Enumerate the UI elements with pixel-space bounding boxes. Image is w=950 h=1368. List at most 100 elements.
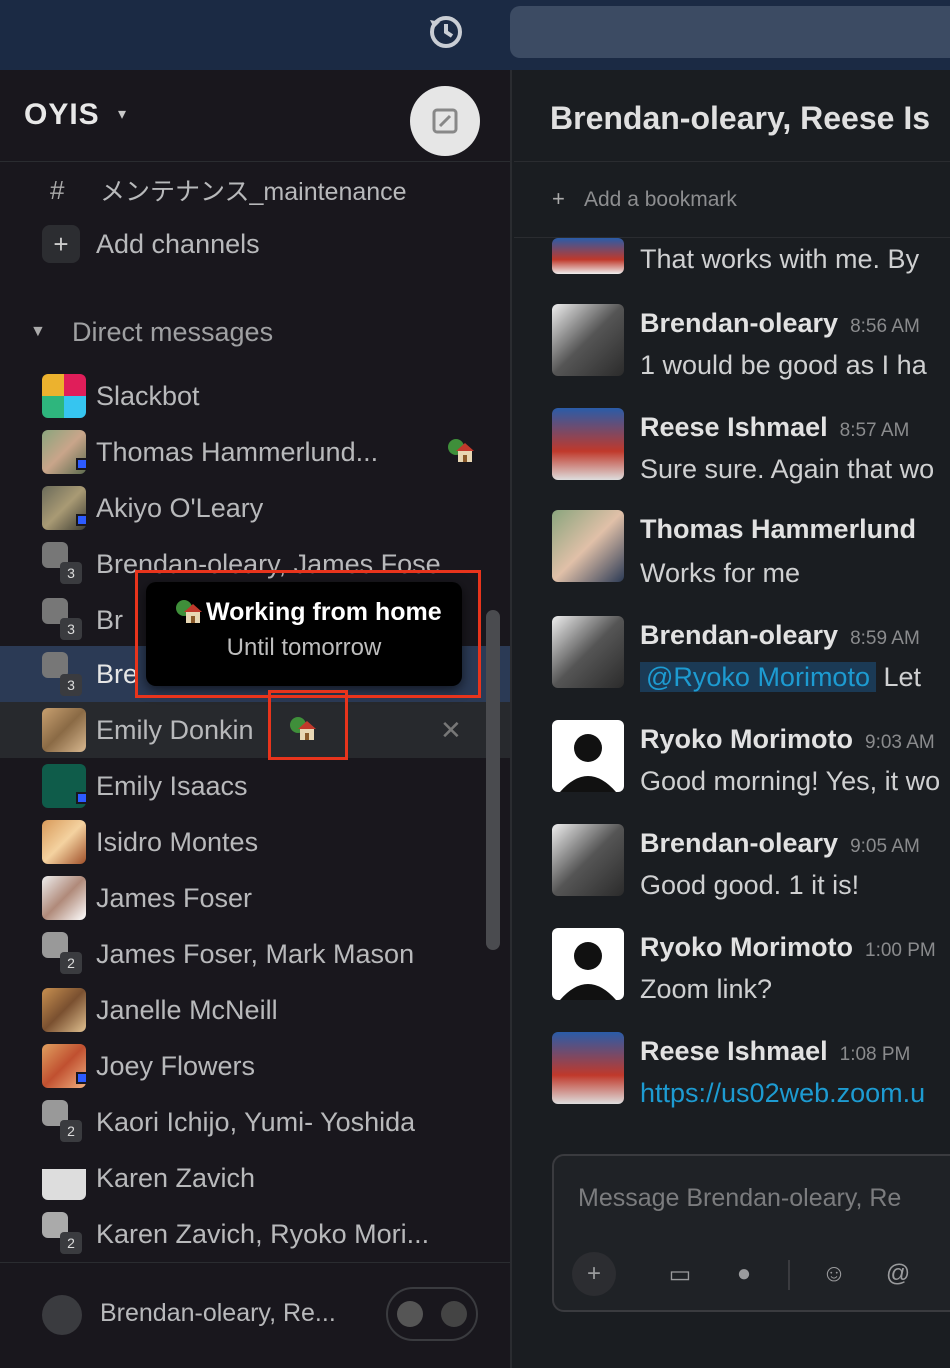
timestamp[interactable]: 8:59 AM: [850, 628, 920, 649]
timestamp[interactable]: 9:03 AM: [865, 732, 935, 753]
presence-indicator: [76, 1072, 88, 1084]
compose-icon: [432, 108, 458, 134]
dm-item[interactable]: 2 James Foser, Mark Mason: [0, 926, 510, 982]
message-body: Good good. 1 it is!: [640, 870, 860, 900]
headphones-toggle-icon[interactable]: [441, 1301, 467, 1327]
mic-icon[interactable]: ●: [722, 1252, 766, 1296]
author-name[interactable]: Reese Ishmael: [640, 1036, 828, 1066]
message: Brendan-oleary 8:56 AM 1 would be good as…: [514, 304, 950, 384]
dm-item[interactable]: Slackbot: [0, 368, 510, 424]
channel-name: メンテナンス_maintenance: [100, 178, 407, 206]
timestamp[interactable]: 8:57 AM: [840, 420, 910, 441]
huddle-bar: Brendan-oleary, Re...: [0, 1262, 510, 1368]
channel-title[interactable]: Brendan-oleary, Reese Is: [550, 100, 930, 137]
dm-item[interactable]: Emily Isaacs: [0, 758, 510, 814]
emoji-icon[interactable]: ☺: [812, 1252, 856, 1296]
timestamp[interactable]: 1:00 PM: [865, 940, 936, 961]
user-mention[interactable]: @Ryoko Morimoto: [640, 662, 876, 692]
dm-item[interactable]: Janelle McNeill: [0, 982, 510, 1038]
message: Ryoko Morimoto 1:00 PM Zoom link?: [514, 928, 950, 1008]
caret-down-icon: ▼: [30, 323, 46, 340]
huddle-toggle[interactable]: [386, 1287, 478, 1341]
highlight-box-status-icon: [268, 690, 348, 760]
mention-icon[interactable]: @: [876, 1252, 920, 1296]
dm-name: Isidro Montes: [96, 826, 259, 857]
presence-indicator: [76, 792, 88, 804]
message: Brendan-oleary 9:05 AM Good good. 1 it is…: [514, 824, 950, 904]
dm-item[interactable]: Isidro Montes: [0, 814, 510, 870]
dm-name: Karen Zavich, Ryoko Mori...: [96, 1218, 430, 1249]
dm-item[interactable]: Joey Flowers: [0, 1038, 510, 1094]
author-name[interactable]: Brendan-oleary: [640, 828, 838, 858]
sidebar-item-channel[interactable]: # メンテナンス_maintenance: [0, 162, 510, 218]
workspace-name[interactable]: OYIS: [24, 98, 100, 132]
message-link[interactable]: https://us02web.zoom.u: [640, 1078, 925, 1109]
slackbot-avatar: [42, 374, 86, 418]
dm-item[interactable]: 2 Kaori Ichijo, Yumi- Yoshida: [0, 1094, 510, 1150]
avatar: [42, 876, 86, 920]
timestamp[interactable]: 1:08 PM: [840, 1044, 911, 1065]
dm-item[interactable]: Karen Zavich: [0, 1150, 510, 1206]
dm-name: Kaori Ichijo, Yumi- Yoshida: [96, 1106, 416, 1137]
dm-item[interactable]: James Foser: [0, 870, 510, 926]
history-icon[interactable]: [424, 12, 468, 52]
chevron-down-icon[interactable]: ▾: [118, 104, 126, 124]
close-icon[interactable]: ✕: [440, 715, 462, 746]
headphones-icon: [42, 1295, 82, 1335]
sidebar-scrollbar[interactable]: [486, 610, 500, 950]
add-bookmark-button[interactable]: Add a bookmark: [584, 188, 737, 212]
workspace-header: OYIS ▾: [0, 70, 510, 162]
dm-name: Karen Zavich: [96, 1162, 256, 1193]
dm-section-label: Direct messages: [72, 316, 274, 347]
member-count-badge: 2: [60, 1232, 82, 1254]
huddle-label[interactable]: Brendan-oleary, Re...: [100, 1299, 336, 1328]
author-name[interactable]: Thomas Hammerlund: [640, 514, 916, 544]
compose-button[interactable]: [410, 86, 480, 156]
dm-name: James Foser, Mark Mason: [96, 938, 415, 969]
author-name[interactable]: Reese Ishmael: [640, 412, 828, 442]
message: Ryoko Morimoto 9:03 AM Good morning! Yes,…: [514, 720, 950, 800]
avatar: [552, 304, 624, 376]
member-count-badge: 3: [60, 618, 82, 640]
message-body: Sure sure. Again that wo: [640, 454, 935, 484]
add-channels-button[interactable]: + Add channels: [0, 216, 510, 272]
message: Brendan-oleary 8:59 AM @Ryoko Morimoto Le…: [514, 616, 950, 696]
dm-item-hover[interactable]: Emily Donkin ✕: [0, 702, 510, 758]
dm-item[interactable]: Thomas Hammerlund...: [0, 424, 510, 480]
message-body: Zoom link?: [640, 974, 773, 1004]
avatar: [42, 1156, 86, 1200]
dm-name: Slackbot: [96, 380, 200, 411]
dm-name: Thomas Hammerlund...: [96, 436, 379, 467]
author-name[interactable]: Brendan-oleary: [640, 308, 838, 338]
author-name[interactable]: Ryoko Morimoto: [640, 932, 853, 962]
mic-icon[interactable]: [397, 1301, 423, 1327]
search-input[interactable]: [510, 6, 950, 58]
video-icon[interactable]: ▭: [658, 1252, 702, 1296]
dm-item[interactable]: Akiyo O'Leary: [0, 480, 510, 536]
author-name[interactable]: Brendan-oleary: [640, 620, 838, 650]
avatar: [552, 510, 624, 582]
highlight-box-tooltip: [135, 570, 481, 698]
plus-icon: +: [42, 225, 80, 263]
dm-item[interactable]: 2 Karen Zavich, Ryoko Mori...: [0, 1206, 510, 1262]
timestamp[interactable]: 9:05 AM: [850, 836, 920, 857]
message: That works with me. By: [514, 238, 950, 278]
dm-name: Bre: [96, 658, 139, 689]
avatar: [552, 238, 624, 274]
message-body: That works with me. By: [640, 244, 920, 274]
plus-icon[interactable]: +: [572, 1252, 616, 1296]
author-name[interactable]: Ryoko Morimoto: [640, 724, 853, 754]
avatar: [552, 408, 624, 480]
message-body: 1 would be good as I ha: [640, 350, 927, 380]
avatar: [552, 616, 624, 688]
timestamp[interactable]: 8:56 AM: [850, 316, 920, 337]
avatar: [552, 824, 624, 896]
message-body: Let: [883, 662, 922, 692]
message-body: Works for me: [640, 558, 801, 588]
message-composer[interactable]: Message Brendan-oleary, Re + ▭ ● ☺ @: [552, 1154, 950, 1312]
dm-name: Emily Donkin: [96, 714, 254, 745]
hash-icon: #: [50, 174, 65, 205]
message: Reese Ishmael 1:08 PM https://us02web.zoo…: [514, 1032, 950, 1112]
channel-header: Brendan-oleary, Reese Is: [514, 70, 950, 162]
dm-section-header[interactable]: ▼ Direct messages: [0, 304, 510, 360]
